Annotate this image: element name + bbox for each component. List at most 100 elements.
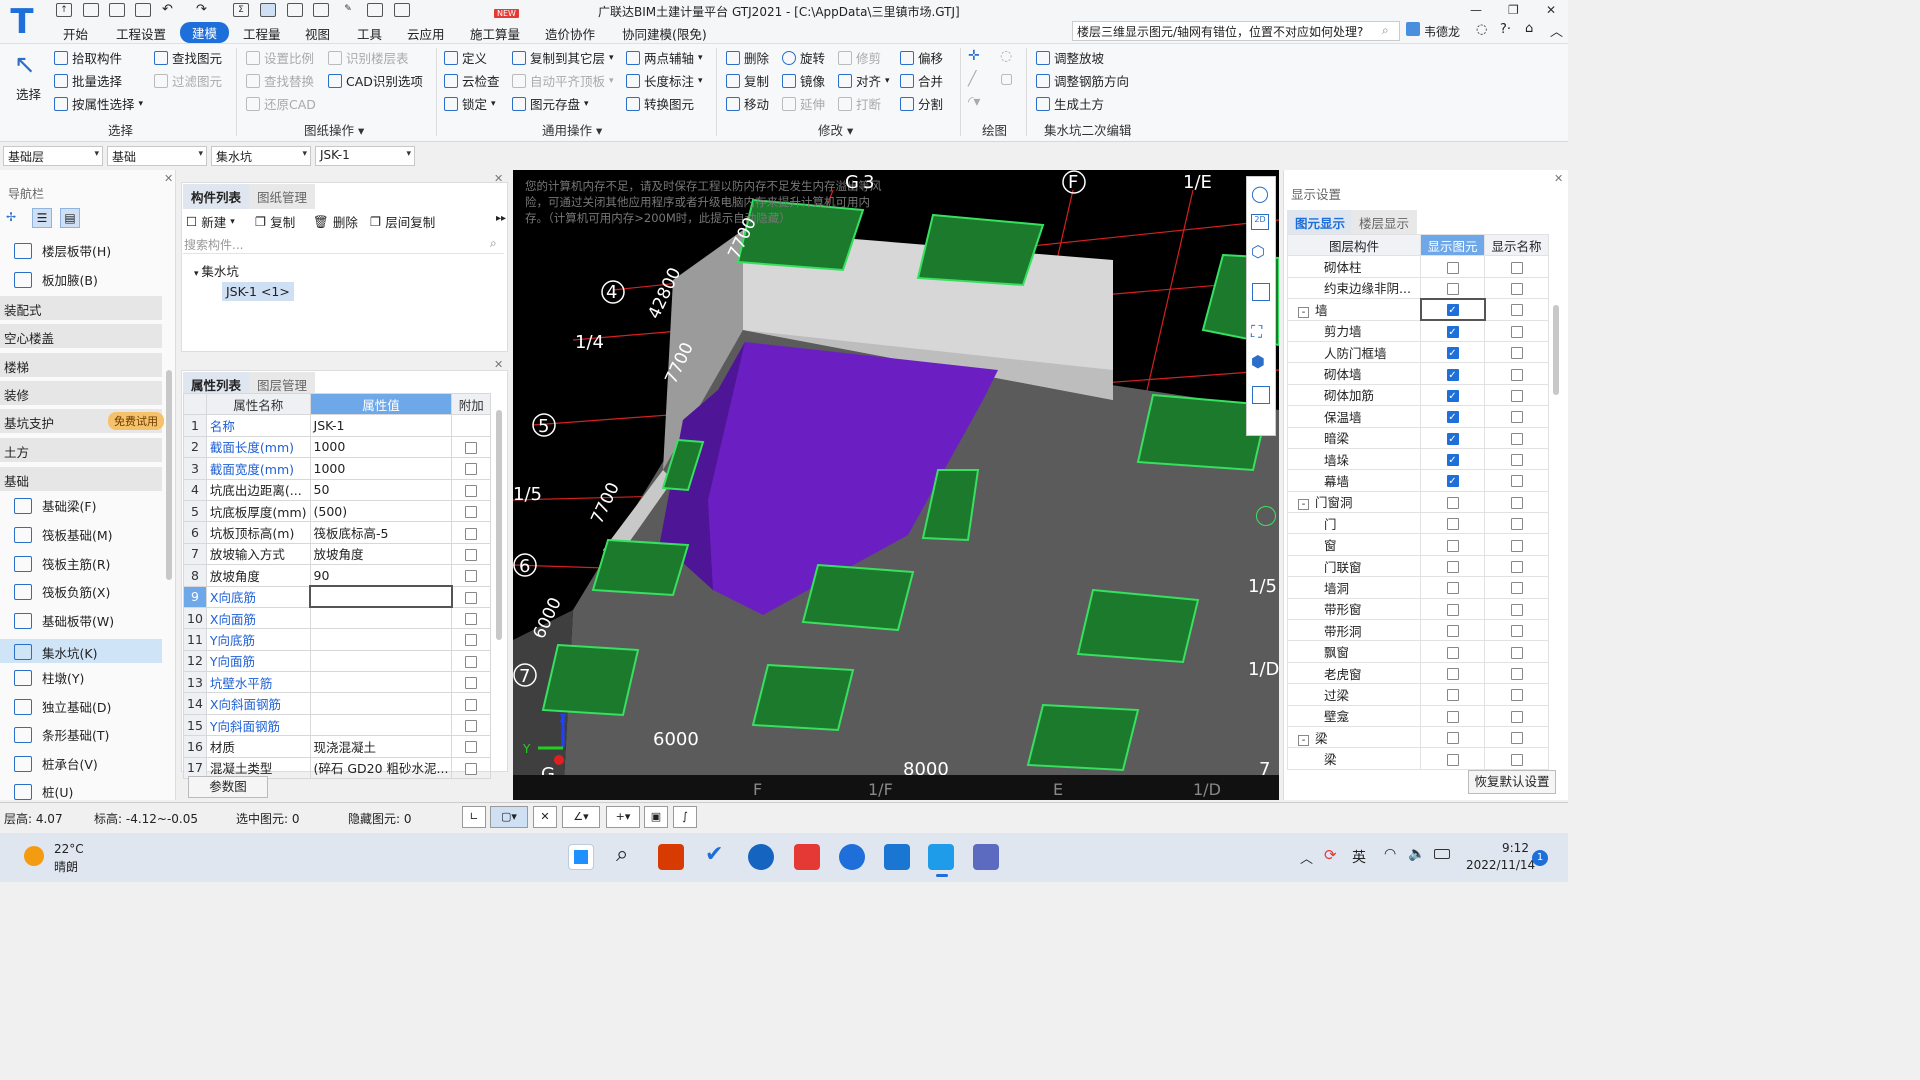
nav-item[interactable]: 筏板负筋(X) (14, 582, 110, 601)
help-search-input[interactable]: 楼层三维显示图元/轴网有错位，位置不对应如何处理? (1072, 21, 1400, 41)
delete-component-button[interactable]: 🗑 删除 (313, 212, 358, 231)
show-element-checkbox[interactable] (1446, 753, 1459, 766)
offset-button[interactable]: 偏移 (900, 48, 943, 67)
home-icon[interactable]: ⌂ (1525, 21, 1533, 36)
display-row[interactable]: 砌体墙 (1287, 362, 1549, 385)
weather-sun-icon[interactable] (24, 846, 44, 866)
extend-button[interactable]: 延伸 (782, 94, 825, 113)
property-row[interactable]: 12 Y向面筋 (183, 649, 491, 673)
property-scrollbar[interactable] (496, 410, 502, 640)
redo-icon[interactable]: ↷ (196, 2, 207, 17)
show-element-checkbox[interactable] (1446, 518, 1459, 531)
display-row[interactable]: 墙垛 (1287, 447, 1549, 471)
component-search-input[interactable]: 搜索构件... (183, 234, 504, 254)
feishu-icon[interactable] (748, 844, 774, 870)
app-table-icon[interactable] (884, 844, 910, 870)
gtj-taskbar-icon[interactable] (928, 844, 954, 870)
battery-icon[interactable] (1434, 849, 1450, 859)
property-row[interactable]: 15 Y向斜面钢筋 (183, 713, 491, 737)
box-view-icon[interactable] (1252, 283, 1270, 301)
filter-element-button[interactable]: 过滤图元 (154, 71, 222, 90)
ruler-icon[interactable] (367, 3, 383, 17)
cross-icon[interactable]: ✕ (533, 806, 557, 828)
wifi-icon[interactable]: ◠ (1384, 846, 1396, 862)
cloud-check-button[interactable]: 云检查 (444, 71, 500, 90)
menu-modeling[interactable]: 建模 (180, 22, 230, 43)
fullscreen-icon[interactable]: ⛶ (1251, 322, 1262, 342)
show-element-checkbox[interactable] (1446, 432, 1459, 445)
floor-copy-button[interactable]: ❐ 层间复制 (370, 212, 435, 231)
sum-icon[interactable]: Σ (233, 3, 249, 17)
2d-view-icon[interactable]: 2D (1251, 214, 1269, 230)
nav-item[interactable]: 基础梁(F) (14, 496, 96, 515)
chat-icon[interactable]: ◌ (1476, 22, 1487, 37)
batch-select-button[interactable]: 批量选择 (54, 71, 122, 90)
ortho-icon[interactable]: ∟ (462, 806, 486, 828)
align-button[interactable]: 对齐 ▾ (838, 71, 890, 90)
set-scale-button[interactable]: 设置比例 (246, 48, 314, 67)
tree-item-jsk1[interactable]: JSK-1 <1> (222, 282, 294, 301)
nav-item[interactable]: 筏板基础(M) (14, 525, 113, 544)
show-name-checkbox[interactable] (1510, 347, 1523, 360)
show-name-checkbox[interactable] (1510, 753, 1523, 766)
pin-icon[interactable]: ✢ (6, 210, 16, 224)
show-name-checkbox[interactable] (1510, 475, 1523, 488)
show-element-checkbox[interactable] (1446, 368, 1459, 381)
menu-view[interactable]: 视图 (305, 24, 330, 43)
list-view-icon[interactable]: ☰ (32, 208, 52, 228)
property-value[interactable]: 50 (309, 478, 453, 501)
attach-checkbox[interactable] (465, 527, 478, 540)
nav-item[interactable]: 集水坑(K) (0, 639, 162, 663)
display-row[interactable]: -梁 (1287, 725, 1549, 749)
nav-section[interactable]: 装修 (0, 381, 162, 405)
group-label-drawing[interactable]: 图纸操作 ▾ (304, 120, 364, 139)
show-element-checkbox[interactable] (1446, 582, 1459, 595)
component-select[interactable]: JSK-1 (315, 146, 415, 166)
app-k-icon[interactable] (839, 844, 865, 870)
display-row[interactable]: 暗梁 (1287, 426, 1549, 449)
show-name-checkbox[interactable] (1510, 304, 1523, 317)
nav-scrollbar[interactable] (166, 370, 172, 580)
todo-icon[interactable]: ✔ (705, 842, 723, 867)
show-element-checkbox[interactable] (1446, 304, 1459, 317)
property-row[interactable]: 4 坑底出边距离(... 50 (183, 478, 491, 501)
new-component-button[interactable]: ☐ 新建 ▾ (186, 212, 235, 231)
split-button[interactable]: 分割 (900, 94, 943, 113)
nav-section[interactable]: 楼梯 (0, 353, 162, 377)
menu-cloud[interactable]: 云应用 (407, 24, 445, 43)
circle-icon[interactable]: ◌ (1000, 48, 1012, 64)
menu-quantity[interactable]: 工程量 (243, 24, 281, 43)
move-button[interactable]: 移动 (726, 94, 769, 113)
snap-box-icon[interactable]: ▢▾ (490, 806, 528, 828)
copy-button[interactable]: 复制 (726, 71, 769, 90)
copy-to-other-floor-button[interactable]: 复制到其它层 ▾ (512, 48, 614, 67)
collapse-icon[interactable]: ︿ (1550, 21, 1563, 40)
nav-item[interactable]: 桩(U) (14, 782, 73, 801)
pick-component-button[interactable]: 拾取构件 (54, 48, 122, 67)
show-name-checkbox[interactable] (1510, 325, 1523, 338)
detail-view-icon[interactable]: ▤ (60, 208, 80, 228)
property-value[interactable] (309, 649, 453, 673)
nav-section[interactable]: 装配式 (0, 296, 162, 320)
more-icon[interactable]: ▸▸ (496, 213, 506, 224)
show-name-checkbox[interactable] (1510, 710, 1523, 723)
display-row[interactable]: 老虎窗 (1287, 661, 1549, 685)
property-value[interactable]: 筏板底标高-5 (309, 521, 453, 544)
display-row[interactable]: 飘窗 (1287, 640, 1549, 663)
attach-checkbox[interactable] (465, 762, 478, 775)
attach-checkbox[interactable] (465, 720, 478, 733)
attach-checkbox[interactable] (465, 677, 478, 690)
property-value[interactable]: JSK-1 (309, 414, 453, 437)
show-name-checkbox[interactable] (1510, 496, 1523, 509)
display-row[interactable]: 幕墙 (1287, 469, 1549, 492)
auto-align-slab-button[interactable]: 自动平齐顶板 ▾ (512, 71, 614, 90)
display-row[interactable]: 门 (1287, 512, 1549, 535)
merge-button[interactable]: 合并 (900, 71, 943, 90)
show-element-checkbox[interactable] (1446, 539, 1459, 552)
show-element-checkbox[interactable] (1446, 347, 1459, 360)
search-icon[interactable]: ⌕ (1382, 23, 1389, 38)
display-row[interactable]: 壁龛 (1287, 704, 1549, 727)
property-value[interactable]: 1000 (309, 435, 453, 459)
show-name-checkbox[interactable] (1510, 625, 1523, 638)
show-element-checkbox[interactable] (1446, 668, 1459, 680)
